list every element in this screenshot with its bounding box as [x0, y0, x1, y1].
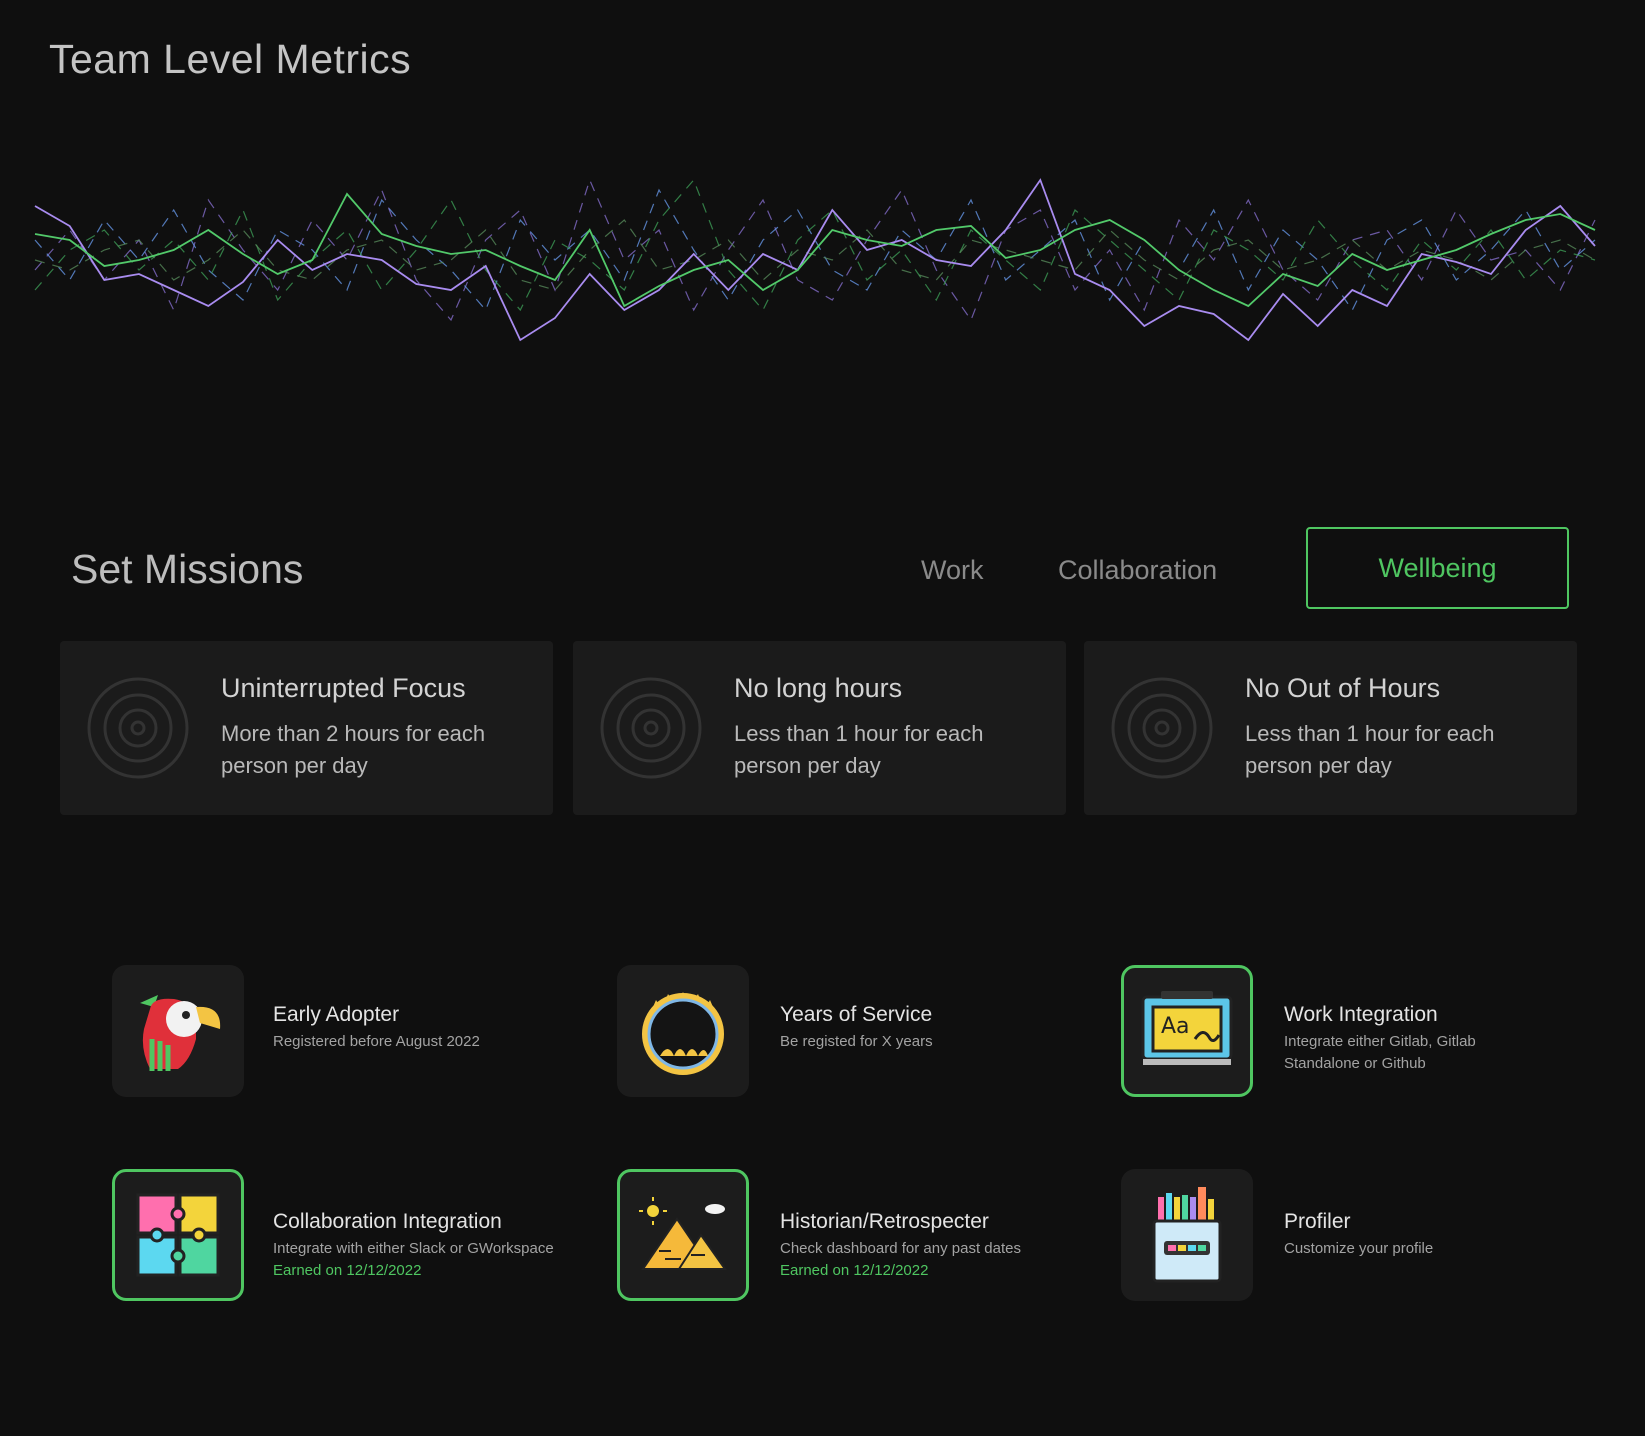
target-icon	[1111, 677, 1213, 779]
badge-desc: Check dashboard for any past dates	[780, 1240, 1021, 1257]
badge-name: Work Integration	[1284, 1003, 1438, 1026]
svg-text:Aa: Aa	[1161, 1014, 1190, 1039]
pyramids-icon	[639, 1197, 727, 1270]
badge-collaboration-integration[interactable]	[112, 1169, 244, 1301]
tab-collaboration[interactable]: Collaboration	[1058, 555, 1217, 586]
badge-years-of-service[interactable]	[617, 965, 749, 1097]
tab-work[interactable]: Work	[921, 555, 984, 586]
mission-title: No Out of Hours	[1245, 673, 1441, 703]
badge-years-of-service-text: Years of Service Be registed for X years	[780, 1003, 933, 1053]
badge-historian-retrospecter-text: Historian/Retrospecter Check dashboard f…	[780, 1210, 1021, 1282]
chart-series-line-dashed	[34, 219, 1596, 291]
badge-collaboration-integration-text: Collaboration Integration Integrate with…	[273, 1210, 554, 1282]
badge-desc: Integrate either Gitlab, Gitlab Standalo…	[1284, 1033, 1476, 1072]
parrot-icon	[140, 995, 221, 1071]
badge-early-adopter-text: Early Adopter Registered before August 2…	[273, 1003, 480, 1053]
mission-desc: Less than 1 hour for each person per day	[1245, 721, 1495, 778]
badge-work-integration-text: Work Integration Integrate either Gitlab…	[1284, 1003, 1514, 1075]
target-icon	[87, 677, 189, 779]
badge-name: Years of Service	[780, 1003, 933, 1026]
puzzle-icon	[136, 1193, 220, 1277]
missions-title: Set Missions	[71, 546, 304, 592]
mission-title: Uninterrupted Focus	[221, 673, 466, 703]
badge-desc: Registered before August 2022	[273, 1033, 480, 1050]
badge-profiler[interactable]	[1121, 1169, 1253, 1301]
badge-earned-date: Earned on 12/12/2022	[273, 1262, 422, 1279]
badge-name: Profiler	[1284, 1210, 1351, 1233]
mission-card-uninterrupted-focus[interactable]: Uninterrupted Focus More than 2 hours fo…	[60, 641, 553, 815]
page-title: Team Level Metrics	[49, 36, 412, 82]
mission-card-no-out-of-hours[interactable]: No Out of Hours Less than 1 hour for eac…	[1084, 641, 1577, 815]
crayons-icon	[1152, 1187, 1222, 1283]
badge-desc: Be registed for X years	[780, 1033, 933, 1050]
fire-ring-icon	[642, 992, 724, 1075]
mission-card-no-long-hours[interactable]: No long hours Less than 1 hour for each …	[573, 641, 1066, 815]
whiteboard-icon: Aa	[1141, 991, 1233, 1065]
badge-name: Early Adopter	[273, 1003, 400, 1026]
badge-desc: Customize your profile	[1284, 1240, 1434, 1257]
tab-wellbeing[interactable]: Wellbeing	[1306, 527, 1569, 609]
badge-name: Historian/Retrospecter	[780, 1210, 989, 1233]
team-metrics-chart	[34, 178, 1596, 342]
mission-desc: More than 2 hours for each person per da…	[221, 721, 486, 778]
badge-earned-date: Earned on 12/12/2022	[780, 1262, 929, 1279]
badge-work-integration[interactable]: Aa	[1121, 965, 1253, 1097]
target-icon	[600, 677, 702, 779]
mission-title: No long hours	[734, 673, 903, 703]
mission-desc: Less than 1 hour for each person per day	[734, 721, 984, 778]
badge-profiler-text: Profiler Customize your profile	[1284, 1210, 1433, 1260]
badge-early-adopter[interactable]	[112, 965, 244, 1097]
badge-name: Collaboration Integration	[273, 1210, 502, 1233]
badge-historian-retrospecter[interactable]	[617, 1169, 749, 1301]
badge-desc: Integrate with either Slack or GWorkspac…	[273, 1240, 554, 1257]
